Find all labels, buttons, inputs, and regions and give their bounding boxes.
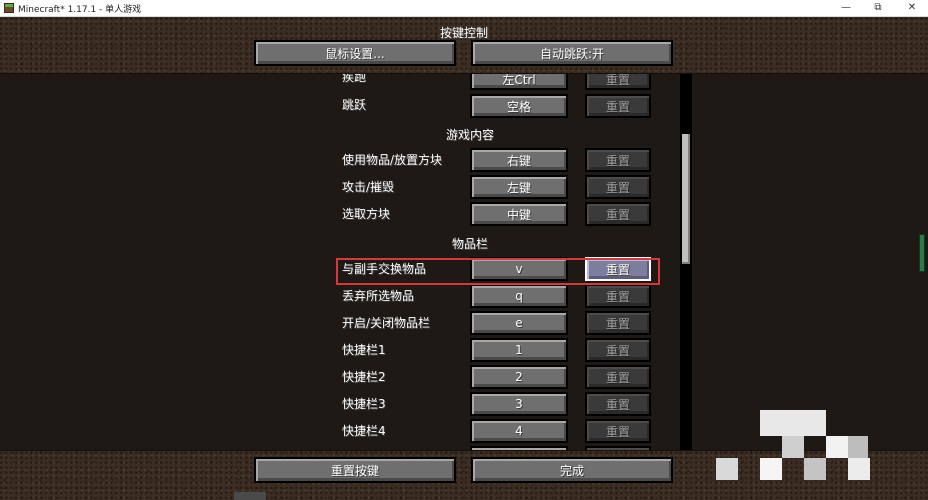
minecraft-app-icon: [4, 3, 14, 13]
reset-button-attack[interactable]: 重置: [585, 175, 651, 199]
keybind-label-drop-item: 丢弃所选物品: [342, 289, 415, 303]
watermark-mosaic: [716, 458, 738, 480]
keybind-key-hotbar-4[interactable]: 4: [470, 419, 568, 443]
window-title-bar: Minecraft* 1.17.1 - 单人游戏 — ⧉ ✕: [0, 0, 928, 17]
keybind-label-use-item: 使用物品/放置方块: [342, 153, 443, 167]
watermark-mosaic: [826, 436, 848, 458]
window-title: Minecraft* 1.17.1 - 单人游戏: [18, 5, 142, 15]
reset-button-hotbar-1[interactable]: 重置: [585, 338, 651, 362]
reset-button-sprint[interactable]: 重置: [585, 74, 651, 90]
keybind-label-hotbar-4: 快捷栏4: [342, 424, 386, 438]
done-button[interactable]: 完成: [471, 457, 673, 483]
watermark-mosaic: [760, 458, 782, 480]
watermark-mosaic: [782, 436, 804, 458]
close-icon[interactable]: ✕: [896, 0, 928, 17]
header-background: 按键控制 鼠标设置... 自动跳跃:开: [0, 17, 928, 74]
watermark-mosaic: [804, 458, 826, 480]
category-gameplay: 游戏内容: [445, 128, 494, 142]
keybind-key-jump[interactable]: 空格: [470, 94, 568, 118]
keybind-key-hotbar-3[interactable]: 3: [470, 392, 568, 416]
reset-button-inventory[interactable]: 重置: [585, 311, 651, 335]
category-inventory: 物品栏: [451, 237, 488, 251]
keybind-key-drop-item[interactable]: q: [470, 284, 568, 308]
reset-button-hotbar-3[interactable]: 重置: [585, 392, 651, 416]
taskbar-tab: [234, 492, 266, 500]
reset-button-jump[interactable]: 重置: [585, 94, 651, 118]
keybind-label-inventory: 开启/关闭物品栏: [342, 316, 431, 330]
mouse-settings-button[interactable]: 鼠标设置...: [254, 40, 456, 66]
scrollbar-thumb[interactable]: [682, 134, 690, 264]
keybind-label-sprint: 疾跑: [342, 74, 367, 84]
watermark-mosaic: [848, 458, 870, 480]
keybind-key-hotbar-2[interactable]: 2: [470, 365, 568, 389]
keybind-label-hotbar-3: 快捷栏3: [342, 397, 386, 411]
reset-button-use-item[interactable]: 重置: [585, 148, 651, 172]
keybind-label-attack: 攻击/摧毁: [342, 180, 395, 194]
keybind-key-sprint[interactable]: 左Ctrl: [470, 74, 568, 90]
minimize-icon[interactable]: —: [830, 0, 862, 17]
keybind-label-pick-block: 选取方块: [342, 207, 391, 221]
highlight-box: [336, 258, 660, 285]
screen-title: 按键控制: [439, 26, 488, 40]
reset-keys-button[interactable]: 重置按键: [254, 457, 456, 483]
keybind-label-hotbar-2: 快捷栏2: [342, 370, 386, 384]
keybind-key-hotbar-1[interactable]: 1: [470, 338, 568, 362]
watermark-mosaic: [760, 410, 826, 436]
keybind-key-attack[interactable]: 左键: [470, 175, 568, 199]
reset-button-hotbar-2[interactable]: 重置: [585, 365, 651, 389]
maximize-icon[interactable]: ⧉: [862, 0, 894, 17]
keybind-key-inventory[interactable]: e: [470, 311, 568, 335]
reset-button-drop-item[interactable]: 重置: [585, 284, 651, 308]
keybind-key-pick-block[interactable]: 中键: [470, 202, 568, 226]
keybind-key-use-item[interactable]: 右键: [470, 148, 568, 172]
watermark-mosaic: [848, 436, 868, 458]
reset-button-hotbar-4[interactable]: 重置: [585, 419, 651, 443]
side-indicator: [919, 234, 925, 272]
reset-button-pick-block[interactable]: 重置: [585, 202, 651, 226]
keybind-label-jump: 跳跃: [342, 98, 367, 112]
keybind-label-hotbar-1: 快捷栏1: [342, 343, 386, 357]
auto-jump-button[interactable]: 自动跳跃:开: [471, 40, 673, 66]
